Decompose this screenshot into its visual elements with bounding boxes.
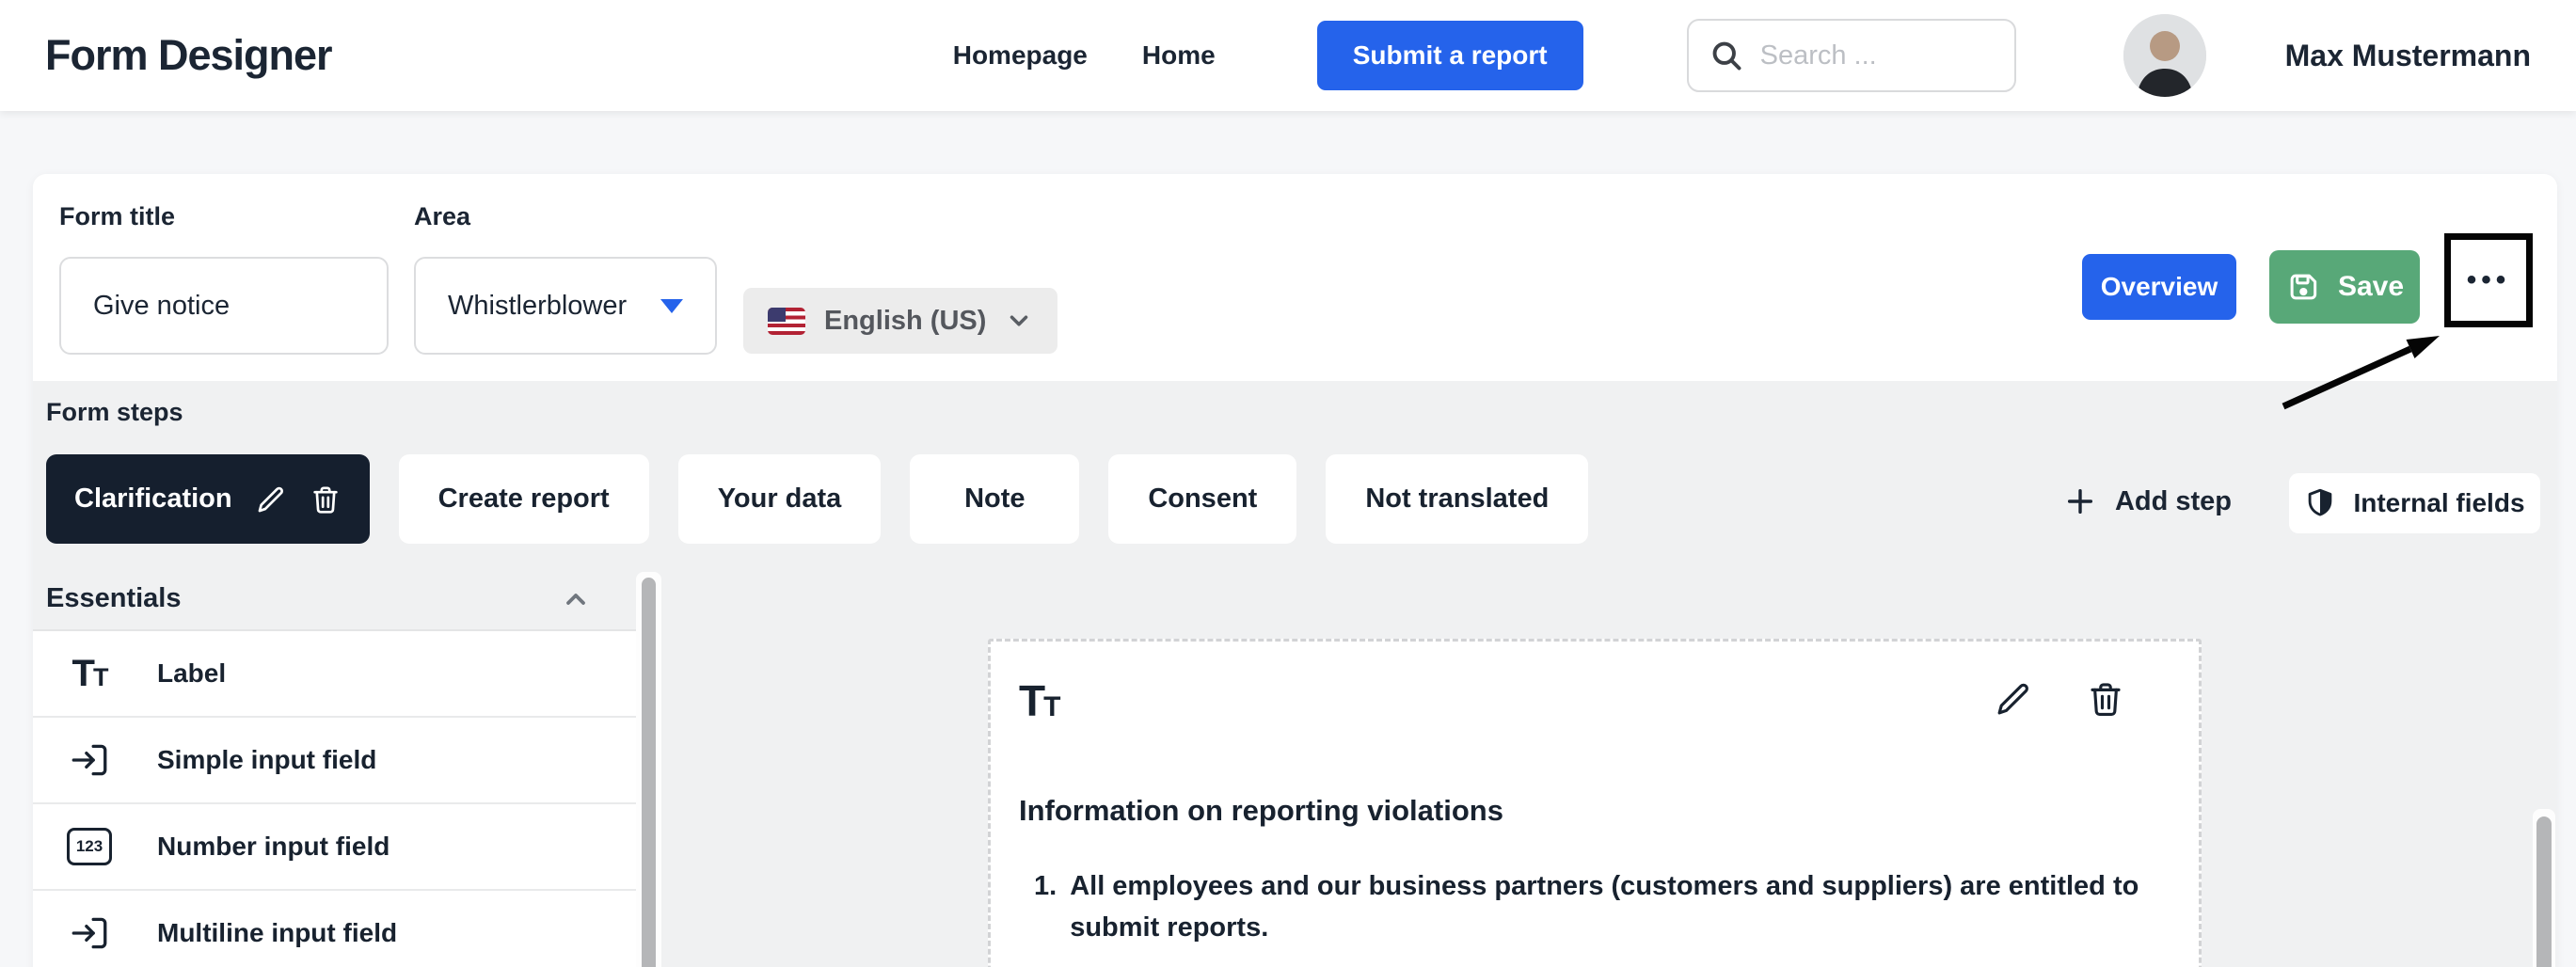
palette-item-simple-input[interactable]: Simple input field <box>33 718 636 804</box>
save-button[interactable]: Save <box>2269 250 2420 324</box>
palette-list: TT Label Simple input field 123 Number i… <box>33 629 636 967</box>
chevron-down-icon <box>1005 307 1033 335</box>
canvas-scrollbar[interactable] <box>2533 809 2555 967</box>
label-block-type-icon: TT <box>1019 676 1060 725</box>
edit-block-icon[interactable] <box>1994 679 2033 719</box>
annotation-highlight-box: ••• <box>2444 233 2533 327</box>
palette-item-number-input[interactable]: 123 Number input field <box>33 804 636 891</box>
card-body: Form steps Clarification Create report Y… <box>33 381 2557 967</box>
palette-item-text: Simple input field <box>157 745 377 774</box>
form-steps-row: Clarification Create report Your data No… <box>46 454 1589 544</box>
palette-scrollbar[interactable] <box>636 572 661 967</box>
step-tab-label: Note <box>964 484 1026 514</box>
step-tab-note[interactable]: Note <box>910 454 1080 544</box>
add-step-button[interactable]: Add step <box>2064 471 2232 531</box>
designer-card: Form title Area Whistlerblower English (… <box>33 174 2557 967</box>
language-selector[interactable]: English (US) <box>743 288 1058 354</box>
us-flag-icon <box>768 307 805 335</box>
step-tab-label: Not translated <box>1365 484 1550 514</box>
more-options-button[interactable]: ••• <box>2467 266 2511 294</box>
internal-fields-button[interactable]: Internal fields <box>2289 473 2540 533</box>
palette-group-label: Essentials <box>46 583 182 613</box>
list-item-text: All employees and our business partners … <box>1070 871 2139 943</box>
area-label: Area <box>414 202 471 230</box>
palette-item-label[interactable]: TT Label <box>33 631 636 718</box>
list-item: 1. All employees and our business partne… <box>1034 865 2177 948</box>
step-tab-consent[interactable]: Consent <box>1108 454 1297 544</box>
delete-step-icon[interactable] <box>310 484 342 515</box>
simple-input-icon <box>65 738 114 782</box>
block-actions <box>1994 679 2125 719</box>
nav-link-home[interactable]: Home <box>1142 40 1216 71</box>
block-heading: Information on reporting violations <box>1019 794 1503 827</box>
multiline-input-icon <box>65 912 114 955</box>
delete-block-icon[interactable] <box>2086 679 2125 719</box>
add-step-label: Add step <box>2114 485 2232 516</box>
search-icon <box>1709 39 1743 72</box>
form-title-label: Form title <box>59 202 176 230</box>
chevron-up-icon <box>561 584 591 614</box>
palette-item-text: Label <box>157 658 227 688</box>
list-item-number: 1. <box>1034 871 1057 901</box>
user-name[interactable]: Max Mustermann <box>2285 39 2531 73</box>
step-tab-your-data[interactable]: Your data <box>677 454 882 544</box>
canvas-scrollbar-thumb[interactable] <box>2536 816 2552 967</box>
form-designer-app: Form Designer Homepage Home Submit a rep… <box>0 0 2576 967</box>
step-tab-not-translated[interactable]: Not translated <box>1326 454 1589 544</box>
plus-icon <box>2064 485 2096 517</box>
block-numbered-list: 1. All employees and our business partne… <box>1034 865 2177 948</box>
language-label: English (US) <box>824 305 987 336</box>
user-avatar[interactable] <box>2123 14 2206 97</box>
palette-scrollbar-thumb[interactable] <box>642 578 656 967</box>
nav-link-homepage[interactable]: Homepage <box>953 40 1088 71</box>
step-tab-label: Your data <box>717 484 842 514</box>
search-box <box>1686 19 2016 92</box>
overview-button[interactable]: Overview <box>2082 254 2236 320</box>
palette-item-multiline-input[interactable]: Multiline input field <box>33 891 636 967</box>
step-tab-label: Consent <box>1148 484 1258 514</box>
number-input-icon: 123 <box>65 828 114 865</box>
step-tab-create-report[interactable]: Create report <box>398 454 649 544</box>
step-tab-label: Clarification <box>74 484 232 514</box>
canvas-label-block: TT Information on reporting violations 1… <box>988 639 2202 967</box>
area-select[interactable]: Whistlerblower <box>414 257 717 355</box>
palette-group-essentials[interactable]: Essentials <box>33 568 636 629</box>
form-steps-label: Form steps <box>46 398 183 426</box>
palette-item-text: Number input field <box>157 832 390 861</box>
edit-step-icon[interactable] <box>255 484 287 515</box>
top-header: Form Designer Homepage Home Submit a rep… <box>0 0 2576 111</box>
save-button-label: Save <box>2337 271 2405 302</box>
label-icon: TT <box>72 653 109 694</box>
form-title-input[interactable] <box>59 257 389 355</box>
page-title: Form Designer <box>45 31 333 79</box>
search-input[interactable] <box>1759 40 1994 71</box>
submit-report-button[interactable]: Submit a report <box>1316 21 1583 90</box>
caret-down-icon <box>660 298 683 313</box>
shield-icon <box>2304 487 2336 519</box>
area-select-value: Whistlerblower <box>448 290 628 321</box>
palette-item-text: Multiline input field <box>157 918 398 947</box>
header-nav: Homepage Home Submit a report Max Muster… <box>953 14 2531 97</box>
save-icon <box>2285 269 2321 305</box>
internal-fields-label: Internal fields <box>2353 488 2525 517</box>
step-tab-label: Create report <box>437 484 610 514</box>
step-tab-clarification[interactable]: Clarification <box>46 454 370 544</box>
